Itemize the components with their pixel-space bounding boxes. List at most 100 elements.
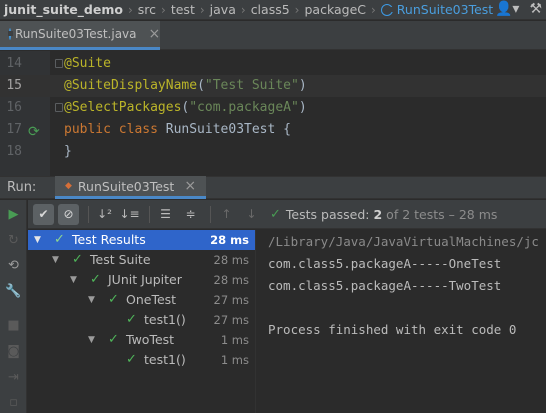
chevron-down-icon[interactable]: ▼ bbox=[88, 290, 95, 310]
tree-row-test-results[interactable]: ▼ ✓ Test Results 28 ms bbox=[28, 230, 255, 250]
next-failed-icon[interactable]: ↓ bbox=[241, 204, 262, 225]
tree-row-duration: 28 ms bbox=[213, 273, 249, 287]
breadcrumb-item-src[interactable]: src bbox=[138, 2, 156, 17]
fold-marker-icon[interactable] bbox=[55, 59, 63, 68]
tree-row-label: test1() bbox=[144, 312, 186, 327]
breadcrumb-item-packagec[interactable]: packageC bbox=[304, 2, 366, 17]
user-icon[interactable]: 👤▾ bbox=[495, 1, 519, 17]
tree-row-twotest-test1[interactable]: ✓ test1() 1 ms bbox=[28, 350, 255, 370]
stop-icon[interactable]: ■ bbox=[0, 318, 27, 333]
code-line: 14 @Suite bbox=[0, 53, 546, 75]
collapse-all-icon[interactable]: ≑ bbox=[180, 204, 201, 225]
tree-row-duration: 27 ms bbox=[213, 313, 249, 327]
check-icon: ✓ bbox=[126, 352, 137, 367]
expand-all-icon[interactable]: ☰ bbox=[155, 204, 176, 225]
check-icon: ✓ bbox=[90, 272, 101, 287]
toolbar-divider bbox=[88, 205, 89, 223]
editor-tab-label: RunSuite03Test.java bbox=[15, 27, 137, 41]
breadcrumb-item-class5[interactable]: class5 bbox=[251, 2, 290, 17]
chevron-right-icon: › bbox=[199, 2, 205, 17]
console-line: com.class5.packageA-----TwoTest bbox=[268, 278, 502, 293]
tree-row-label: test1() bbox=[144, 352, 186, 367]
run-config-icon: ◆ bbox=[65, 181, 72, 191]
console-output[interactable]: /Library/Java/JavaVirtualMachines/jc com… bbox=[256, 230, 546, 413]
breadcrumb-item-test[interactable]: test bbox=[171, 2, 195, 17]
class-icon bbox=[380, 3, 395, 16]
wrench-icon[interactable]: 🔧 bbox=[0, 284, 27, 299]
tree-row-duration: 1 ms bbox=[220, 333, 249, 347]
chevron-down-icon[interactable]: ▼ bbox=[52, 250, 59, 270]
tree-row-duration: 1 ms bbox=[220, 353, 249, 367]
code-text: @SuiteDisplayName("Test Suite") bbox=[64, 78, 307, 93]
show-passed-toggle-icon[interactable]: ✔ bbox=[33, 203, 54, 225]
tree-row-label: JUnit Jupiter bbox=[108, 272, 182, 287]
tree-row-label: TwoTest bbox=[126, 332, 175, 347]
chevron-right-icon: › bbox=[294, 2, 300, 17]
check-icon: ✓ bbox=[72, 252, 83, 267]
export-icon[interactable]: ⇥ bbox=[0, 370, 27, 385]
console-line: com.class5.packageA-----OneTest bbox=[268, 256, 502, 271]
tree-row-onetest-test1[interactable]: ✓ test1() 27 ms bbox=[28, 310, 255, 330]
breadcrumb: junit_suite_demo › src › test › java › c… bbox=[0, 0, 546, 20]
fold-marker-icon[interactable] bbox=[55, 103, 63, 112]
run-tests-gutter-icon[interactable]: ⟳ bbox=[28, 121, 40, 143]
rerun-failed-icon[interactable]: ↻ bbox=[0, 233, 27, 248]
check-icon: ✓ bbox=[108, 292, 119, 307]
status-count: 2 bbox=[373, 206, 383, 222]
class-icon bbox=[8, 28, 13, 40]
code-line: 17 ⟳ public class RunSuite03Test { bbox=[0, 119, 546, 141]
tree-row-duration: 28 ms bbox=[210, 233, 249, 247]
check-icon: ✓ bbox=[270, 206, 281, 222]
line-number: 18 bbox=[6, 144, 22, 159]
line-number: 17 bbox=[6, 122, 22, 137]
code-text: public class RunSuite03Test { bbox=[64, 122, 291, 137]
code-line: 16 @SelectPackages("com.packageA") bbox=[0, 97, 546, 119]
test-runner-toolbar: ✔ ⊘ ↓² ↓≡ ☰ ≑ ↑ ↓ ✓ Tests passed: 2 of 2… bbox=[28, 200, 546, 229]
run-side-toolbar: ▶ ↻ ⟲ 🔧 ■ ◙ ⇥ ▫ bbox=[0, 200, 27, 413]
code-text: @Suite bbox=[64, 56, 111, 71]
run-panel-header: Run: ◆ RunSuite03Test × bbox=[0, 176, 546, 199]
tree-row-test-suite[interactable]: ▼ ✓ Test Suite 28 ms bbox=[28, 250, 255, 270]
rerun-icon[interactable]: ▶ bbox=[0, 207, 27, 222]
code-text: @SelectPackages("com.packageA") bbox=[64, 100, 307, 115]
sort-alphabetically-icon[interactable]: ↓² bbox=[94, 204, 115, 225]
sort-by-duration-icon[interactable]: ↓≡ bbox=[119, 204, 140, 225]
tree-row-label: Test Suite bbox=[90, 252, 151, 267]
run-tab-label: RunSuite03Test bbox=[77, 178, 175, 194]
breadcrumb-project[interactable]: junit_suite_demo bbox=[0, 2, 123, 17]
previous-failed-icon[interactable]: ↑ bbox=[216, 204, 237, 225]
code-editor[interactable]: 14 @Suite 15 @SuiteDisplayName("Test Sui… bbox=[0, 51, 546, 176]
camera-icon[interactable]: ◙ bbox=[0, 344, 27, 359]
hammer-icon[interactable]: ⚒ bbox=[529, 1, 542, 17]
test-status: ✓ Tests passed: 2 of 2 tests – 28 ms bbox=[270, 207, 497, 222]
editor-tab[interactable]: RunSuite03Test.java × bbox=[0, 21, 160, 50]
toolbar-divider bbox=[149, 205, 150, 223]
show-ignored-toggle-icon[interactable]: ⊘ bbox=[58, 203, 79, 225]
check-icon: ✓ bbox=[108, 332, 119, 347]
run-tab[interactable]: ◆ RunSuite03Test × bbox=[55, 176, 207, 199]
chevron-down-icon[interactable]: ▼ bbox=[88, 330, 95, 350]
tree-row-junit-jupiter[interactable]: ▼ ✓ JUnit Jupiter 28 ms bbox=[28, 270, 255, 290]
tree-row-twotest[interactable]: ▼ ✓ TwoTest 1 ms bbox=[28, 330, 255, 350]
run-label: Run: bbox=[7, 180, 37, 195]
line-number: 14 bbox=[6, 56, 22, 71]
check-icon: ✓ bbox=[126, 312, 137, 327]
close-icon[interactable]: × bbox=[149, 26, 161, 42]
line-number: 15 bbox=[6, 78, 22, 93]
chevron-down-icon[interactable]: ▼ bbox=[70, 270, 77, 290]
tree-row-duration: 27 ms bbox=[213, 293, 249, 307]
top-right-toolbar: 👤▾ ⚒ bbox=[495, 1, 542, 17]
toolbar-divider bbox=[210, 205, 211, 223]
code-text: } bbox=[64, 144, 72, 159]
chevron-right-icon: › bbox=[161, 2, 166, 17]
toggle-auto-test-icon[interactable]: ⟲ bbox=[0, 258, 27, 273]
chevron-down-icon[interactable]: ▼ bbox=[34, 230, 41, 250]
breadcrumb-item-java[interactable]: java bbox=[210, 2, 236, 17]
test-results-tree: ▼ ✓ Test Results 28 ms ▼ ✓ Test Suite 28… bbox=[28, 230, 255, 413]
more-icon[interactable]: ▫ bbox=[0, 395, 27, 410]
tree-row-label: Test Results bbox=[72, 232, 146, 247]
close-icon[interactable]: × bbox=[184, 178, 196, 194]
breadcrumb-item-active[interactable]: RunSuite03Test bbox=[397, 2, 493, 17]
tree-row-onetest[interactable]: ▼ ✓ OneTest 27 ms bbox=[28, 290, 255, 310]
status-prefix: Tests passed: bbox=[285, 206, 370, 222]
